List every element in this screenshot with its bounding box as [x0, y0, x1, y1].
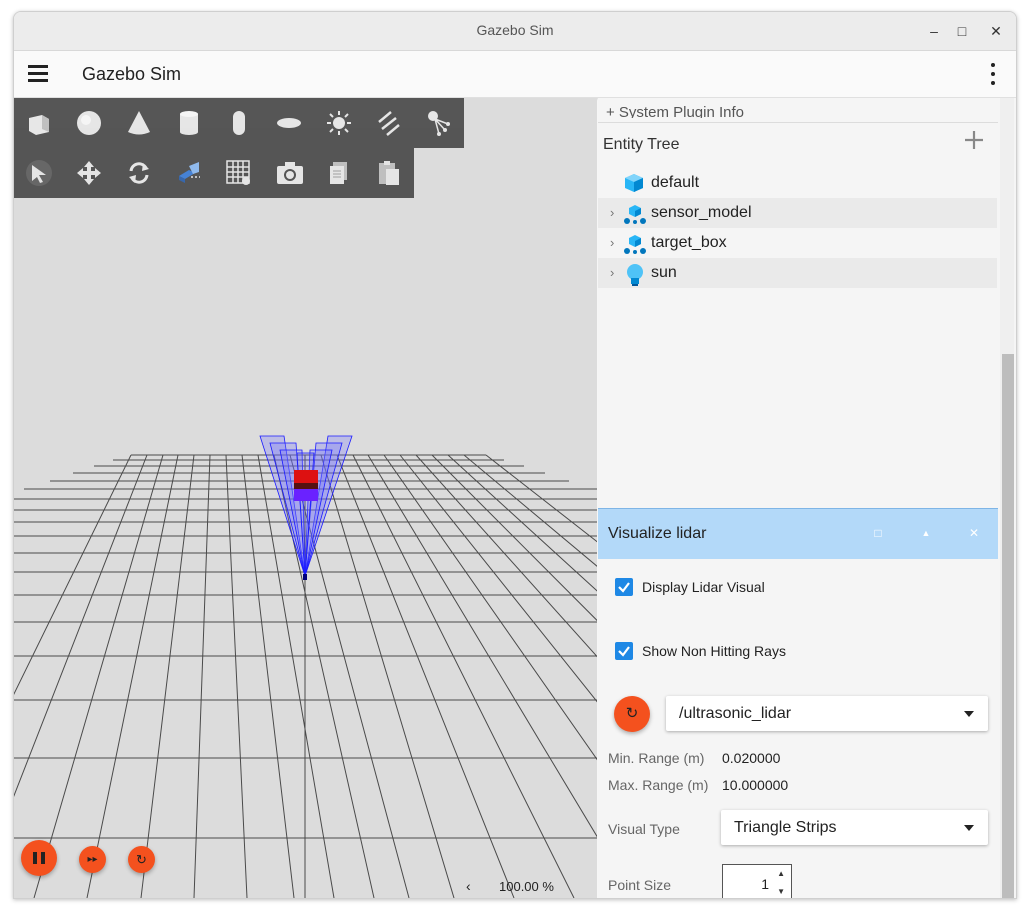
- minimize-button[interactable]: –: [923, 20, 945, 42]
- checkmark-icon: [618, 582, 630, 593]
- tree-item-label: default: [651, 174, 700, 191]
- checkmark-icon: [618, 646, 630, 657]
- model-icon: [624, 233, 646, 260]
- entity-tree: default › sensor_model › target_box › su…: [598, 168, 997, 288]
- expand-arrow-icon[interactable]: ›: [610, 235, 614, 250]
- point-size-value: 1: [761, 876, 769, 892]
- show-non-hitting-rays-checkbox[interactable]: [615, 642, 633, 660]
- directional-light-icon[interactable]: [364, 98, 414, 148]
- tree-item-label: sensor_model: [651, 204, 752, 221]
- hamburger-menu-icon[interactable]: [28, 65, 48, 83]
- app-toolbar: Gazebo Sim: [14, 51, 1016, 98]
- visualize-lidar-header[interactable]: Visualize lidar □ ▲ ✕: [598, 508, 998, 559]
- pause-icon: [33, 852, 45, 864]
- min-range-label: Min. Range (m): [608, 750, 705, 766]
- lidar-rays: [259, 435, 353, 577]
- tree-item-sensor-model[interactable]: › sensor_model: [598, 198, 997, 228]
- float-window-icon[interactable]: □: [870, 525, 886, 541]
- model-icon: [624, 203, 646, 230]
- tree-item-default[interactable]: default: [598, 168, 997, 198]
- scene-canvas: [14, 435, 597, 898]
- grid-icon[interactable]: [214, 148, 264, 198]
- show-non-hitting-rays-label: Show Non Hitting Rays: [642, 643, 786, 659]
- refresh-topics-button[interactable]: ↻: [614, 696, 650, 732]
- max-range-label: Max. Range (m): [608, 777, 709, 793]
- zoom-collapse-arrow[interactable]: ‹: [466, 878, 471, 894]
- close-panel-icon[interactable]: ✕: [966, 525, 982, 541]
- spot-light-icon[interactable]: [414, 98, 464, 148]
- system-plugin-info[interactable]: + System Plugin Info: [606, 104, 744, 118]
- chevron-down-icon: [964, 825, 974, 831]
- step-forward-icon: ▸▸: [87, 854, 98, 865]
- point-size-spinbox[interactable]: 1 ▲ ▼: [722, 864, 792, 898]
- tree-item-label: target_box: [651, 234, 727, 251]
- display-lidar-visual-label: Display Lidar Visual: [642, 579, 765, 595]
- display-lidar-visual-checkbox[interactable]: [615, 578, 633, 596]
- visual-type-value: Triangle Strips: [734, 819, 837, 836]
- visualize-lidar-title: Visualize lidar: [608, 525, 707, 542]
- topic-dropdown[interactable]: /ultrasonic_lidar: [666, 696, 988, 731]
- tree-item-sun[interactable]: › sun: [598, 258, 997, 288]
- close-button[interactable]: ✕: [985, 20, 1007, 42]
- step-button[interactable]: ▸▸: [79, 846, 106, 873]
- visual-type-dropdown[interactable]: Triangle Strips: [721, 810, 988, 845]
- sphere-icon[interactable]: [64, 98, 114, 148]
- box-icon[interactable]: [14, 98, 64, 148]
- ellipsoid-icon[interactable]: [264, 98, 314, 148]
- chevron-down-icon: [964, 711, 974, 717]
- cone-icon[interactable]: [114, 98, 164, 148]
- add-entity-icon[interactable]: [962, 128, 986, 152]
- cylinder-icon[interactable]: [164, 98, 214, 148]
- divider: [598, 122, 998, 123]
- 3d-viewport[interactable]: ▸▸ ↻ ‹ 100.00 %: [14, 98, 597, 898]
- visualize-lidar-panel: Visualize lidar □ ▲ ✕ Display Lidar Visu…: [598, 508, 998, 898]
- app-window: Gazebo Sim – □ ✕ Gazebo Sim ▸▸ ↻ ‹ 100.0…: [13, 11, 1017, 899]
- point-size-label: Point Size: [608, 877, 672, 893]
- scrollbar-thumb[interactable]: [1002, 354, 1014, 898]
- paste-icon[interactable]: [364, 148, 414, 198]
- snap-icon[interactable]: [164, 148, 214, 198]
- pause-button[interactable]: [21, 840, 57, 876]
- world-cube-icon: [624, 173, 644, 198]
- min-range-value: 0.020000: [722, 750, 781, 766]
- increment-arrow-icon[interactable]: ▲: [777, 869, 785, 878]
- select-arrow-icon[interactable]: [14, 148, 64, 198]
- decrement-arrow-icon[interactable]: ▼: [777, 887, 785, 896]
- tree-item-target-box[interactable]: › target_box: [598, 228, 997, 258]
- point-light-icon[interactable]: [314, 98, 364, 148]
- reset-button[interactable]: ↻: [128, 846, 155, 873]
- window-titlebar[interactable]: Gazebo Sim – □ ✕: [14, 12, 1016, 51]
- zoom-level: 100.00 %: [499, 879, 554, 894]
- shapes-toolbar: [14, 98, 464, 148]
- max-range-value: 10.000000: [722, 777, 789, 793]
- right-panel: + System Plugin Info Entity Tree default…: [598, 98, 1016, 898]
- more-options-icon[interactable]: [990, 63, 996, 85]
- entity-tree-title: Entity Tree: [603, 136, 680, 153]
- topic-value: /ultrasonic_lidar: [679, 705, 792, 722]
- copy-icon[interactable]: [314, 148, 364, 198]
- screenshot-icon[interactable]: [264, 148, 314, 198]
- window-title: Gazebo Sim: [476, 22, 554, 38]
- sensor-model: [303, 574, 307, 580]
- capsule-icon[interactable]: [214, 98, 264, 148]
- transform-toolbar: [14, 148, 414, 198]
- rotate-icon[interactable]: [114, 148, 164, 198]
- maximize-button[interactable]: □: [951, 20, 973, 42]
- collapse-icon[interactable]: ▲: [918, 525, 934, 541]
- app-title: Gazebo Sim: [82, 64, 182, 84]
- tree-item-label: sun: [651, 264, 677, 281]
- visual-type-label: Visual Type: [608, 821, 680, 837]
- light-bulb-icon: [624, 263, 646, 292]
- refresh-icon: ↻: [625, 705, 639, 722]
- expand-arrow-icon[interactable]: ›: [610, 205, 614, 220]
- reset-icon: ↻: [136, 852, 147, 867]
- right-panel-scrollbar[interactable]: [1000, 98, 1014, 898]
- target-box: [294, 470, 318, 501]
- expand-arrow-icon[interactable]: ›: [610, 265, 614, 280]
- translate-icon[interactable]: [64, 148, 114, 198]
